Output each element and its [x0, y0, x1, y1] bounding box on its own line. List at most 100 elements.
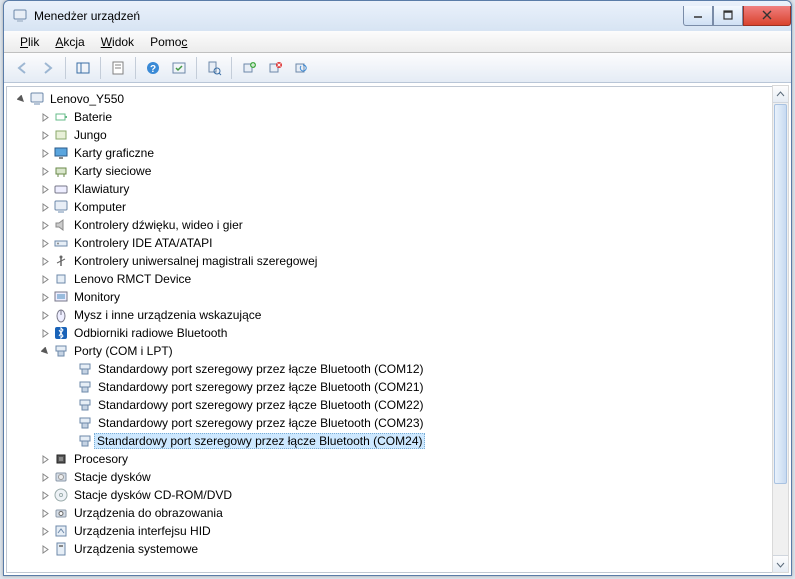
tree-category[interactable]: Procesory	[11, 450, 788, 468]
tree-category[interactable]: Urządzenia interfejsu HID	[11, 522, 788, 540]
tree-device[interactable]: Standardowy port szeregowy przez łącze B…	[11, 414, 788, 432]
tree-category[interactable]: Jungo	[11, 126, 788, 144]
expand-toggle[interactable]	[37, 505, 53, 521]
action-button[interactable]	[167, 56, 191, 80]
tree-device-label: Standardowy port szeregowy przez łącze B…	[97, 416, 424, 430]
expand-toggle[interactable]	[37, 145, 53, 161]
tree-category[interactable]: Kontrolery uniwersalnej magistrali szere…	[11, 252, 788, 270]
battery-icon	[53, 109, 69, 125]
expand-toggle[interactable]	[37, 325, 53, 341]
tree-category[interactable]: Kontrolery dźwięku, wideo i gier	[11, 216, 788, 234]
expand-toggle[interactable]	[37, 289, 53, 305]
tree-category-label: Karty sieciowe	[73, 164, 152, 178]
expand-toggle[interactable]	[37, 181, 53, 197]
tree-category-label: Porty (COM i LPT)	[73, 344, 174, 358]
system-icon	[53, 541, 69, 557]
display-icon	[53, 145, 69, 161]
tree-category-label: Urządzenia interfejsu HID	[73, 524, 212, 538]
expand-toggle[interactable]	[37, 217, 53, 233]
minimize-button[interactable]	[683, 6, 713, 26]
expand-toggle[interactable]	[37, 451, 53, 467]
tree-category[interactable]: Karty graficzne	[11, 144, 788, 162]
properties-button[interactable]	[106, 56, 130, 80]
scroll-down-button[interactable]	[773, 555, 788, 572]
hid-icon	[53, 523, 69, 539]
tree-device-label: Standardowy port szeregowy przez łącze B…	[94, 433, 425, 449]
tree-category[interactable]: Stacje dysków	[11, 468, 788, 486]
tree-category[interactable]: Komputer	[11, 198, 788, 216]
tree-category-label: Komputer	[73, 200, 127, 214]
menu-view[interactable]: Widok	[93, 33, 142, 51]
device-manager-window: Menedżer urządzeń Plik Akcja Widok Pomoc…	[3, 0, 792, 576]
tree-device[interactable]: Standardowy port szeregowy przez łącze B…	[11, 360, 788, 378]
tree-device-label: Standardowy port szeregowy przez łącze B…	[97, 380, 424, 394]
menubar: Plik Akcja Widok Pomoc	[4, 31, 791, 53]
update-driver-button[interactable]	[237, 56, 261, 80]
menu-help[interactable]: Pomoc	[142, 33, 195, 51]
expand-toggle[interactable]	[37, 541, 53, 557]
port-icon	[53, 343, 69, 359]
expand-toggle[interactable]	[37, 235, 53, 251]
tree-category-label: Urządzenia systemowe	[73, 542, 199, 556]
disable-button[interactable]	[289, 56, 313, 80]
menu-file[interactable]: Plik	[12, 33, 47, 51]
keyboard-icon	[53, 181, 69, 197]
expand-toggle[interactable]	[37, 109, 53, 125]
expand-toggle[interactable]	[37, 523, 53, 539]
tree-category-label: Monitory	[73, 290, 121, 304]
scroll-thumb[interactable]	[774, 104, 787, 484]
vertical-scrollbar[interactable]	[772, 85, 789, 573]
expand-toggle[interactable]	[37, 271, 53, 287]
tree-category[interactable]: Urządzenia systemowe	[11, 540, 788, 558]
expand-toggle[interactable]	[37, 307, 53, 323]
port-icon	[77, 433, 93, 449]
forward-button[interactable]	[36, 56, 60, 80]
back-button[interactable]	[10, 56, 34, 80]
scan-hardware-button[interactable]	[202, 56, 226, 80]
tree-category[interactable]: Karty sieciowe	[11, 162, 788, 180]
maximize-button[interactable]	[713, 6, 743, 26]
close-button[interactable]	[743, 6, 791, 26]
tree-category[interactable]: Porty (COM i LPT)	[11, 342, 788, 360]
help-button[interactable]	[141, 56, 165, 80]
uninstall-button[interactable]	[263, 56, 287, 80]
expand-toggle[interactable]	[37, 343, 53, 359]
sound-icon	[53, 217, 69, 233]
scroll-up-button[interactable]	[773, 86, 788, 103]
expand-toggle[interactable]	[37, 469, 53, 485]
expand-toggle[interactable]	[37, 127, 53, 143]
titlebar[interactable]: Menedżer urządzeń	[4, 1, 791, 31]
tree-category-label: Mysz i inne urządzenia wskazujące	[73, 308, 262, 322]
usb-icon	[53, 253, 69, 269]
expand-toggle[interactable]	[37, 253, 53, 269]
tree-device[interactable]: Standardowy port szeregowy przez łącze B…	[11, 378, 788, 396]
tree-root-label: Lenovo_Y550	[49, 92, 125, 106]
tree-category[interactable]: Lenovo RMCT Device	[11, 270, 788, 288]
menu-action[interactable]: Akcja	[47, 33, 92, 51]
disk-icon	[53, 469, 69, 485]
expand-toggle[interactable]	[37, 163, 53, 179]
tree-device[interactable]: Standardowy port szeregowy przez łącze B…	[11, 396, 788, 414]
bluetooth-icon	[53, 325, 69, 341]
tree-root[interactable]: Lenovo_Y550	[11, 90, 788, 108]
show-hide-tree-button[interactable]	[71, 56, 95, 80]
tree-category[interactable]: Mysz i inne urządzenia wskazujące	[11, 306, 788, 324]
expand-toggle[interactable]	[37, 199, 53, 215]
tree-category[interactable]: Urządzenia do obrazowania	[11, 504, 788, 522]
tree-category-label: Kontrolery dźwięku, wideo i gier	[73, 218, 244, 232]
tree-category-label: Procesory	[73, 452, 129, 466]
expand-toggle[interactable]	[37, 487, 53, 503]
tree-category[interactable]: Stacje dysków CD-ROM/DVD	[11, 486, 788, 504]
expand-toggle[interactable]	[13, 91, 29, 107]
tree-category[interactable]: Baterie	[11, 108, 788, 126]
tree-category[interactable]: Odbiorniki radiowe Bluetooth	[11, 324, 788, 342]
tree-device[interactable]: Standardowy port szeregowy przez łącze B…	[11, 432, 788, 450]
tree-category[interactable]: Monitory	[11, 288, 788, 306]
tree-category-label: Karty graficzne	[73, 146, 155, 160]
tree-category[interactable]: Klawiatury	[11, 180, 788, 198]
device-tree[interactable]: Lenovo_Y550 BaterieJungo Karty graficzne Ka…	[6, 86, 789, 573]
tree-category[interactable]: Kontrolery IDE ATA/ATAPI	[11, 234, 788, 252]
tree-category-label: Kontrolery IDE ATA/ATAPI	[73, 236, 214, 250]
port-icon	[77, 361, 93, 377]
jungo-icon	[53, 127, 69, 143]
